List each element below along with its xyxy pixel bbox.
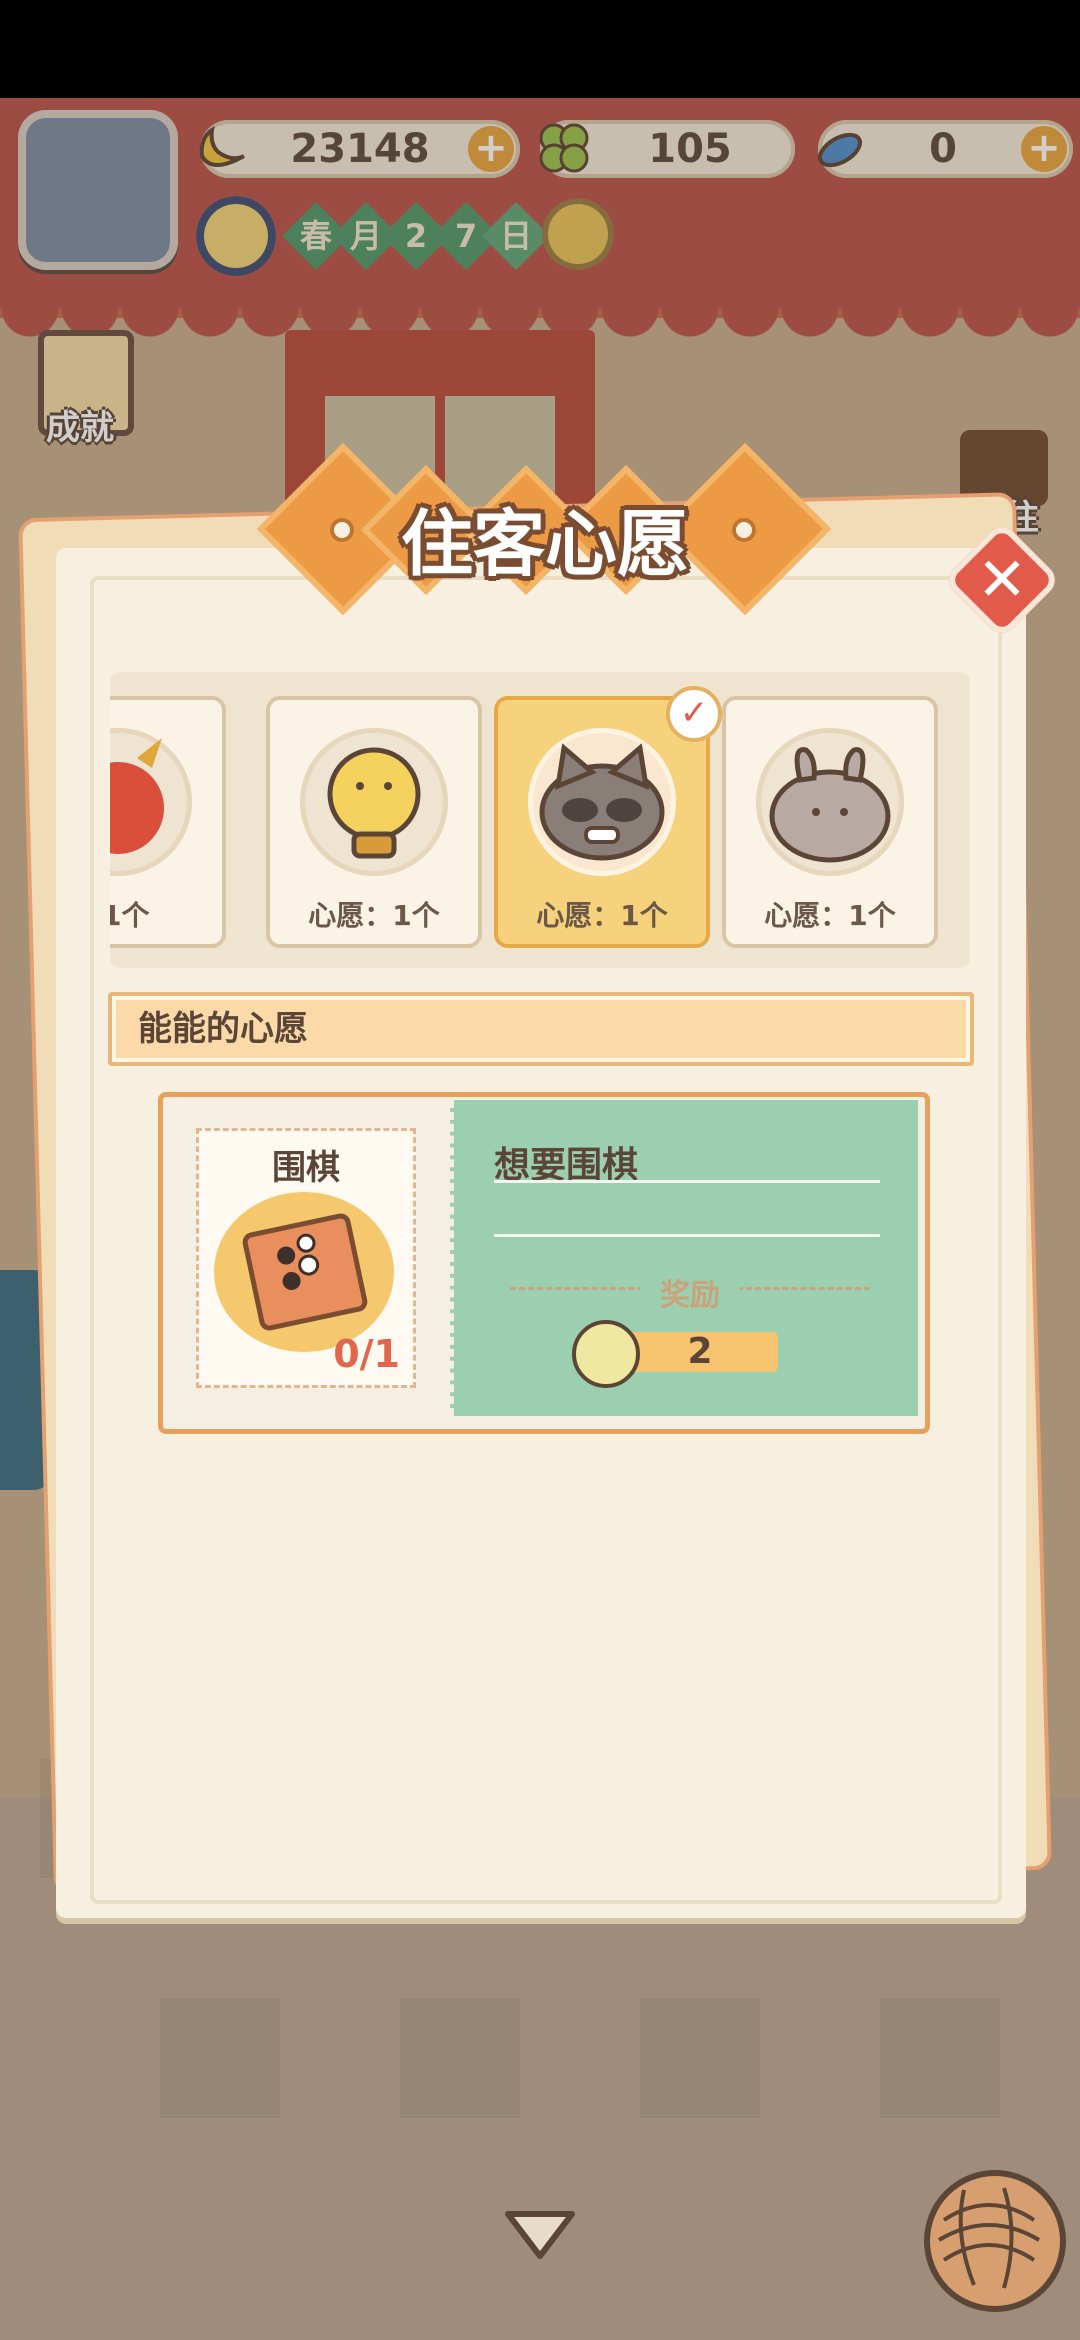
wish-title-underline-2 (494, 1234, 880, 1237)
guest-raccoon-avatar (528, 728, 676, 876)
guest-card-bulb[interactable]: 心愿：1个 (266, 696, 482, 948)
wish-title-underline (494, 1180, 880, 1183)
down-arrow-icon[interactable] (500, 2206, 580, 2266)
guest-bulb-avatar (300, 728, 448, 876)
guest-dragon-avatar (110, 728, 192, 876)
close-icon[interactable]: ✕ (960, 538, 1044, 622)
system-status-bar (0, 0, 1080, 98)
guest-wish-count: 心愿：1个 (536, 899, 668, 932)
guest-card-dragon[interactable]: ：1个 (110, 696, 226, 948)
guest-bunny-avatar (756, 728, 904, 876)
guest-wish-count: 心愿：1个 (764, 899, 896, 932)
section-header: 能能的心愿 (108, 992, 974, 1066)
reward-value: 2 (687, 1331, 713, 1372)
wish-item-progress: 0/1 (333, 1332, 400, 1376)
guest-selector: ：1个 心愿：1个 心愿：1个 ✓ 心愿：1个 (110, 672, 970, 968)
guest-wish-count: 心愿：1个 (308, 899, 440, 932)
wish-item-name: 围棋 (272, 1148, 340, 1188)
section-title: 能能的心愿 (138, 1009, 308, 1049)
flower-reward-icon (572, 1320, 640, 1388)
check-icon: ✓ (666, 686, 722, 742)
guest-card-bunny[interactable]: 心愿：1个 (722, 696, 938, 948)
reward-label: 奖励 (660, 1278, 720, 1313)
modal-title: 住客心愿 (400, 502, 689, 586)
guest-wish-count: ：1个 (110, 899, 150, 932)
yarn-ball-icon[interactable] (924, 2170, 1066, 2312)
